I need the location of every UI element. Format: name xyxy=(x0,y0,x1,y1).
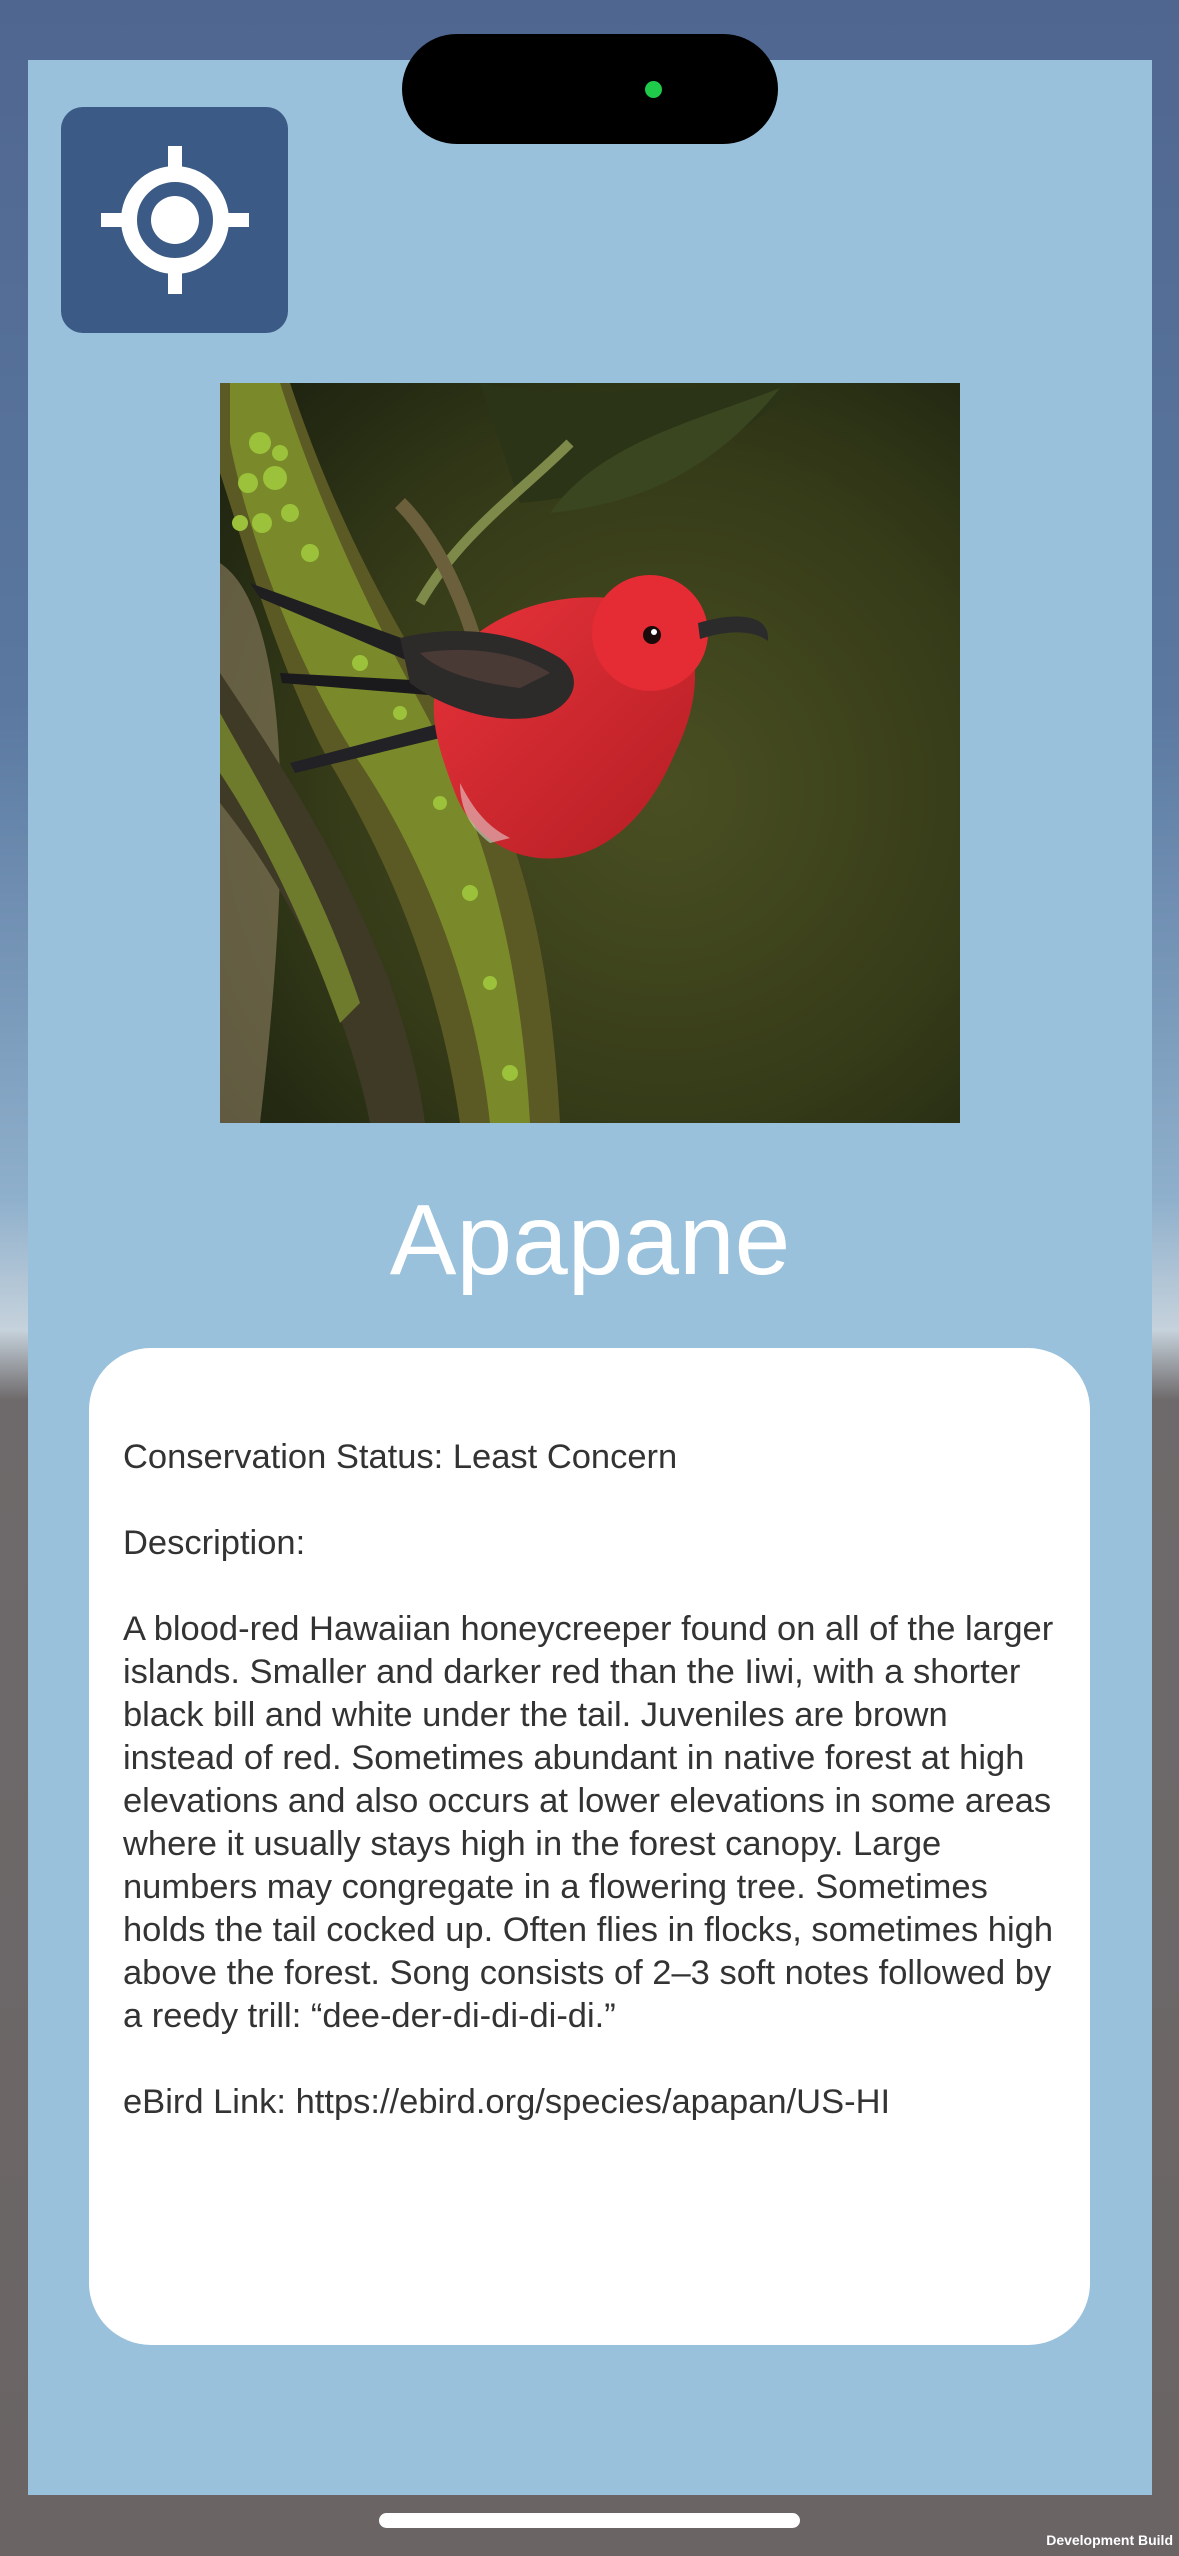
bird-name-title: Apapane xyxy=(389,1184,791,1296)
bird-photo xyxy=(220,383,960,1123)
locate-button[interactable] xyxy=(61,107,288,333)
camera-indicator-dot xyxy=(645,81,662,98)
description-text: A blood-red Hawaiian honeycreeper found … xyxy=(123,1610,1054,2035)
bird-info-card: Conservation Status: Least Concern Descr… xyxy=(89,1348,1090,2345)
home-indicator[interactable] xyxy=(379,2513,800,2528)
development-build-label: Development Build xyxy=(1046,2532,1173,2548)
conservation-status: Conservation Status: Least Concern xyxy=(123,1438,678,1476)
dynamic-island xyxy=(402,34,778,144)
crosshair-location-icon xyxy=(100,146,249,294)
description-label: Description: xyxy=(123,1524,306,1562)
ebird-link[interactable]: eBird Link: https://ebird.org/species/ap… xyxy=(123,2081,1056,2124)
